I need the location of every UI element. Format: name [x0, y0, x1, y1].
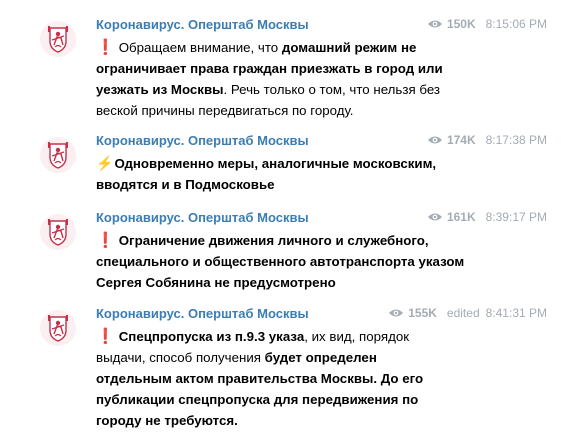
message-text: . Речь только о том, что нельзя без: [223, 82, 441, 97]
channel-name[interactable]: Коронавирус. Оперштаб Москвы: [96, 133, 309, 148]
moscow-coat-of-arms-icon[interactable]: [40, 21, 76, 57]
lightning-icon: ⚡: [96, 155, 114, 171]
message-meta: 174K 8:17:38 PM: [427, 133, 547, 147]
message-time: 8:15:06 PM: [485, 17, 547, 31]
red-exclamation-icon: ❗: [96, 328, 115, 345]
message-bold-text: отдельным актом правительства Москвы. До…: [96, 371, 424, 386]
message-line: ограничивает права граждан приезжать в г…: [96, 58, 476, 79]
view-count: 150K: [446, 17, 476, 31]
message-bold-text: Ограничение движения личного и служебног…: [118, 233, 429, 248]
red-exclamation-icon: ❗: [96, 232, 115, 249]
message-bold-text: Спецпропуска из п.9.3 указа: [118, 329, 305, 344]
message-bold-text: публикации спецпропуска для передвижения…: [96, 392, 419, 407]
message-meta: 150K 8:15:06 PM: [427, 17, 547, 31]
message-line: специального и общественного автотранспо…: [96, 251, 476, 272]
message-time: 8:41:31 PM: [485, 306, 547, 320]
eye-icon: [427, 135, 443, 145]
channel-name[interactable]: Коронавирус. Оперштаб Москвы: [96, 17, 309, 32]
message-bold-text: Одновременно меры, аналогичные московски…: [114, 156, 437, 171]
message-line: ❗ Обращаем внимание, что домашний режим н…: [96, 37, 476, 58]
moscow-coat-of-arms-icon[interactable]: [40, 310, 76, 346]
view-count: 155K: [408, 306, 437, 320]
eye-icon: [427, 212, 443, 222]
message-time: 8:17:38 PM: [485, 133, 547, 147]
message-line: веской причины передвигаться по городу.: [96, 100, 476, 121]
eye-icon: [388, 308, 404, 318]
message-body: ⚡Одновременно меры, аналогичные московск…: [96, 153, 476, 195]
message-bold-text: городу не требуются.: [96, 413, 238, 428]
message-body: ❗ Обращаем внимание, что домашний режим н…: [96, 37, 476, 121]
channel-name[interactable]: Коронавирус. Оперштаб Москвы: [96, 306, 309, 321]
message-line: городу не требуются.: [96, 410, 476, 431]
message-line: ❗ Спецпропуска из п.9.3 указа, их вид, по…: [96, 326, 476, 347]
message-bold-text: вводятся и в Подмосковье: [96, 177, 275, 192]
message-bold-text: специального и общественного автотранспо…: [96, 254, 465, 269]
message-body: ❗ Ограничение движения личного и служебно…: [96, 230, 476, 293]
view-count: 174K: [446, 133, 476, 147]
message-line: Сергея Собянина не предусмотрено: [96, 272, 476, 293]
message-bold-text: Сергея Собянина не предусмотрено: [96, 275, 336, 290]
message-bold-text: ограничивает права граждан приезжать в г…: [96, 61, 443, 76]
message-line: публикации спецпропуска для передвижения…: [96, 389, 476, 410]
message-meta: 155K edited 8:41:31 PM: [388, 306, 547, 320]
message-meta: 161K 8:39:17 PM: [427, 210, 547, 224]
message-text: , их вид, порядок: [304, 329, 410, 344]
message-bold-text: уезжать из Москвы: [96, 82, 224, 97]
message-bold-text: будет определен: [264, 350, 377, 365]
message-text: веской причины передвигаться по городу.: [96, 103, 354, 118]
message-body: ❗ Спецпропуска из п.9.3 указа, их вид, по…: [96, 326, 476, 431]
red-exclamation-icon: ❗: [96, 39, 115, 56]
moscow-coat-of-arms-icon[interactable]: [40, 137, 76, 173]
message-text: выдачи, способ получения: [96, 350, 265, 365]
message-line: выдачи, способ получения будет определен: [96, 347, 476, 368]
channel-name[interactable]: Коронавирус. Оперштаб Москвы: [96, 210, 309, 225]
view-count: 161K: [446, 210, 476, 224]
eye-icon: [427, 19, 443, 29]
message-line: ❗ Ограничение движения личного и служебно…: [96, 230, 476, 251]
message-line: ⚡Одновременно меры, аналогичные московск…: [96, 153, 476, 174]
moscow-coat-of-arms-icon[interactable]: [40, 214, 76, 250]
message-line: отдельным актом правительства Москвы. До…: [96, 368, 476, 389]
edited-label: edited: [446, 306, 480, 320]
message-line: вводятся и в Подмосковье: [96, 174, 476, 195]
message-bold-text: домашний режим не: [281, 40, 417, 55]
message-text: Обращаем внимание, что: [118, 40, 282, 55]
message-time: 8:39:17 PM: [485, 210, 547, 224]
message-line: уезжать из Москвы. Речь только о том, чт…: [96, 79, 476, 100]
